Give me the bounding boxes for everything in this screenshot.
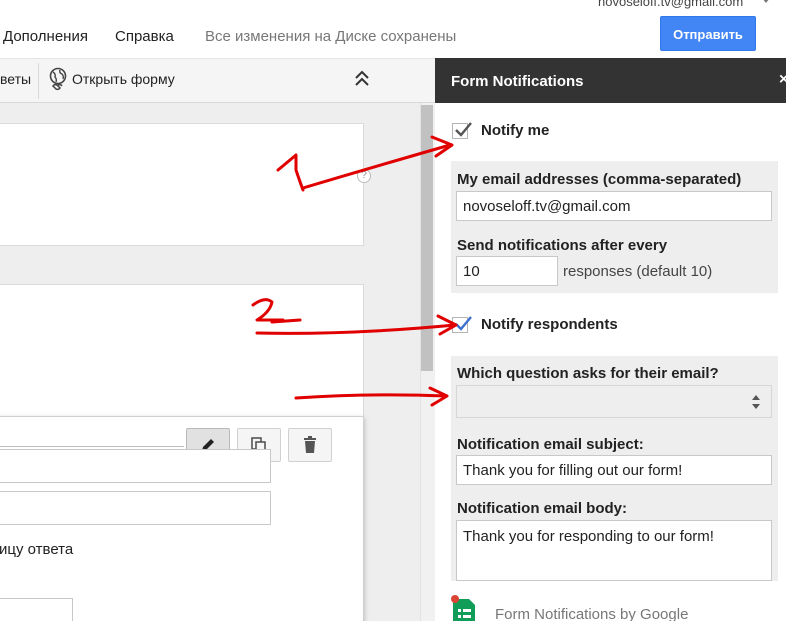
toolbar-divider	[38, 63, 39, 99]
email-question-label: Which question asks for their email?	[457, 365, 719, 382]
send-button[interactable]: Отправить	[660, 16, 756, 51]
notify-respondents-label: Notify respondents	[481, 316, 618, 333]
trash-icon	[304, 436, 316, 453]
notify-me-row[interactable]: Notify me	[452, 120, 752, 142]
close-icon[interactable]: ×	[779, 71, 786, 89]
menu-item-help[interactable]: Справка	[115, 28, 174, 45]
respondent-settings: Which question asks for their email? Not…	[451, 356, 778, 581]
answer-sheet-text: ицу ответа	[0, 541, 74, 558]
panel-title: Form Notifications	[451, 73, 584, 90]
account-email[interactable]: novoseloff.tv@gmail.com	[598, 0, 770, 9]
delete-button[interactable]	[288, 428, 332, 462]
subject-input[interactable]: Thank you for filling out our form!	[456, 455, 772, 485]
form-toolbar: веты Открыть форму	[0, 58, 435, 103]
chevron-down-icon[interactable]	[762, 0, 770, 3]
my-email-settings: My email addresses (comma-separated) nov…	[451, 161, 778, 293]
notify-me-checkbox[interactable]	[452, 122, 472, 139]
form-canvas: ? ицу ответа	[0, 103, 420, 621]
responses-tab[interactable]: веты	[0, 71, 31, 87]
save-status: Все изменения на Диске сохранены	[205, 28, 457, 45]
my-email-label: My email addresses (comma-separated)	[457, 171, 742, 188]
send-after-suffix: responses (default 10)	[563, 263, 713, 280]
collapse-up-icon[interactable]	[352, 69, 372, 89]
help-icon[interactable]: ?	[357, 169, 371, 183]
menu-item-addons[interactable]: Дополнения	[3, 28, 88, 45]
addon-footer[interactable]: Form Notifications by Google	[495, 606, 688, 621]
my-email-input[interactable]: novoseloff.tv@gmail.com	[456, 191, 772, 221]
send-after-input[interactable]: 10	[456, 256, 558, 286]
forms-logo-icon	[451, 595, 475, 621]
help-text-input[interactable]	[0, 491, 271, 525]
divider	[0, 446, 184, 447]
email-question-select[interactable]	[456, 385, 772, 418]
notify-respondents-row[interactable]: Notify respondents	[452, 314, 752, 336]
form-header-card[interactable]	[0, 123, 364, 246]
question-editor-card[interactable]: ицу ответа	[0, 416, 364, 621]
notify-respondents-checkbox[interactable]	[452, 316, 472, 333]
question-card[interactable]	[0, 284, 364, 424]
body-textarea[interactable]: Thank you for responding to our form!	[456, 520, 772, 581]
subject-label: Notification email subject:	[457, 436, 644, 453]
send-after-label: Send notifications after every	[457, 237, 668, 254]
account-email-text: novoseloff.tv@gmail.com	[598, 0, 744, 9]
question-title-input[interactable]	[0, 449, 271, 483]
open-form-button[interactable]: Открыть форму	[72, 71, 175, 87]
body-label: Notification email body:	[457, 500, 628, 517]
select-arrows-icon	[752, 395, 760, 409]
scrollbar-thumb[interactable]	[421, 105, 433, 371]
globe-link-icon[interactable]	[48, 67, 68, 93]
panel-header: Form Notifications ×	[435, 58, 786, 103]
notify-me-label: Notify me	[481, 122, 550, 139]
answer-input[interactable]	[0, 598, 73, 621]
checkmark-icon	[455, 316, 472, 331]
checkmark-icon	[455, 122, 472, 137]
